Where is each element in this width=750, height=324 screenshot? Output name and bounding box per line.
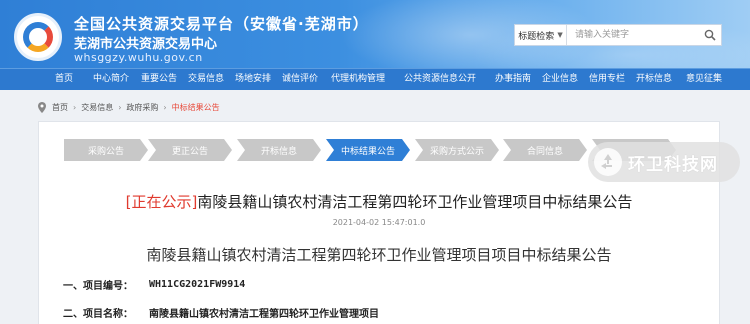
field-label: 二、项目名称： xyxy=(63,309,133,320)
breadcrumb-gov-procurement[interactable]: 政府采购 xyxy=(126,102,158,113)
breadcrumb: 首页 › 交易信息 › 政府采购 › 中标结果公告 xyxy=(38,100,220,114)
site-subtitle: 芜湖市公共资源交易中心 xyxy=(74,37,218,52)
status-badge: [正在公示] xyxy=(125,193,198,211)
nav-item-home[interactable]: 首页 xyxy=(55,69,73,91)
breadcrumb-trade-info[interactable]: 交易信息 xyxy=(81,102,113,113)
step-contract-info[interactable]: 合同信息 xyxy=(503,139,587,161)
step-correction-notice[interactable]: 更正公告 xyxy=(148,139,232,161)
search-input[interactable] xyxy=(567,25,699,45)
chevron-right-icon: › xyxy=(118,102,122,112)
search-icon xyxy=(704,29,716,41)
search-box: 标题检索 ▼ xyxy=(514,24,722,46)
nav-item-venue-schedule[interactable]: 场地安排 xyxy=(235,69,271,91)
nav-item-public-info[interactable]: 公共资源信息公开 xyxy=(404,69,476,91)
nav-item-agency-management[interactable]: 代理机构管理 xyxy=(331,69,385,91)
chevron-right-icon: › xyxy=(163,102,167,112)
nav-item-about[interactable]: 中心简介 xyxy=(93,69,129,91)
breadcrumb-current: 中标结果公告 xyxy=(171,102,220,112)
chevron-right-icon: › xyxy=(73,102,77,112)
publish-date: 2021-04-02 15:47:01.0 xyxy=(332,218,426,227)
step-award-result[interactable]: 中标结果公告 xyxy=(326,139,410,161)
field-project-name: 二、项目名称： 南陵县籍山镇农村清洁工程第四轮环卫作业管理项目 xyxy=(63,305,379,320)
notice-headline: [正在公示]南陵县籍山镇农村清洁工程第四轮环卫作业管理项目中标结果公告 xyxy=(38,191,720,212)
nav-item-credit-evaluation[interactable]: 诚信评价 xyxy=(282,69,318,91)
main-nav: 首页 中心简介 重要公告 交易信息 场地安排 诚信评价 代理机构管理 公共资源信… xyxy=(0,68,750,90)
field-value: 南陵县籍山镇农村清洁工程第四轮环卫作业管理项目 xyxy=(149,309,379,320)
field-label: 一、项目编号： xyxy=(63,281,133,292)
search-scope-label: 标题检索 xyxy=(518,31,555,42)
nav-item-guide[interactable]: 办事指南 xyxy=(495,69,531,91)
site-logo[interactable] xyxy=(14,13,62,61)
nav-item-trade-info[interactable]: 交易信息 xyxy=(188,69,224,91)
nav-item-feedback[interactable]: 意见征集 xyxy=(686,69,722,91)
nav-item-important-notices[interactable]: 重要公告 xyxy=(141,69,177,91)
location-pin-icon xyxy=(38,101,46,113)
breadcrumb-home[interactable]: 首页 xyxy=(52,102,68,113)
recycle-icon xyxy=(594,148,622,176)
site-title: 全国公共资源交易平台（安徽省·芜湖市） xyxy=(74,15,369,33)
site-domain: whsggzy.wuhu.gov.cn xyxy=(74,51,203,64)
notice-title: 南陵县籍山镇农村清洁工程第四轮环卫作业管理项目中标结果公告 xyxy=(197,193,633,211)
site-header: 全国公共资源交易平台（安徽省·芜湖市） 芜湖市公共资源交易中心 whsggzy.… xyxy=(0,0,750,68)
step-procurement-notice[interactable]: 采购公告 xyxy=(64,139,148,161)
document-title: 南陵县籍山镇农村清洁工程第四轮环卫作业管理项目项目中标结果公告 xyxy=(146,246,612,264)
chevron-down-icon: ▼ xyxy=(557,31,563,39)
step-bid-opening[interactable]: 开标信息 xyxy=(237,139,321,161)
step-procurement-method[interactable]: 采购方式公示 xyxy=(415,139,499,161)
watermark-text: 环卫科技网 xyxy=(628,154,718,175)
nav-item-credit-column[interactable]: 信用专栏 xyxy=(589,69,625,91)
nav-item-bid-opening[interactable]: 开标信息 xyxy=(636,69,672,91)
watermark: 环卫科技网 xyxy=(588,142,740,182)
field-value: WH11CG2021FW9914 xyxy=(149,279,246,290)
search-button[interactable] xyxy=(699,25,721,45)
nav-item-enterprise-info[interactable]: 企业信息 xyxy=(542,69,578,91)
search-scope-select[interactable]: 标题检索 ▼ xyxy=(515,25,567,45)
field-project-number: 一、项目编号： WH11CG2021FW9914 xyxy=(63,277,245,292)
